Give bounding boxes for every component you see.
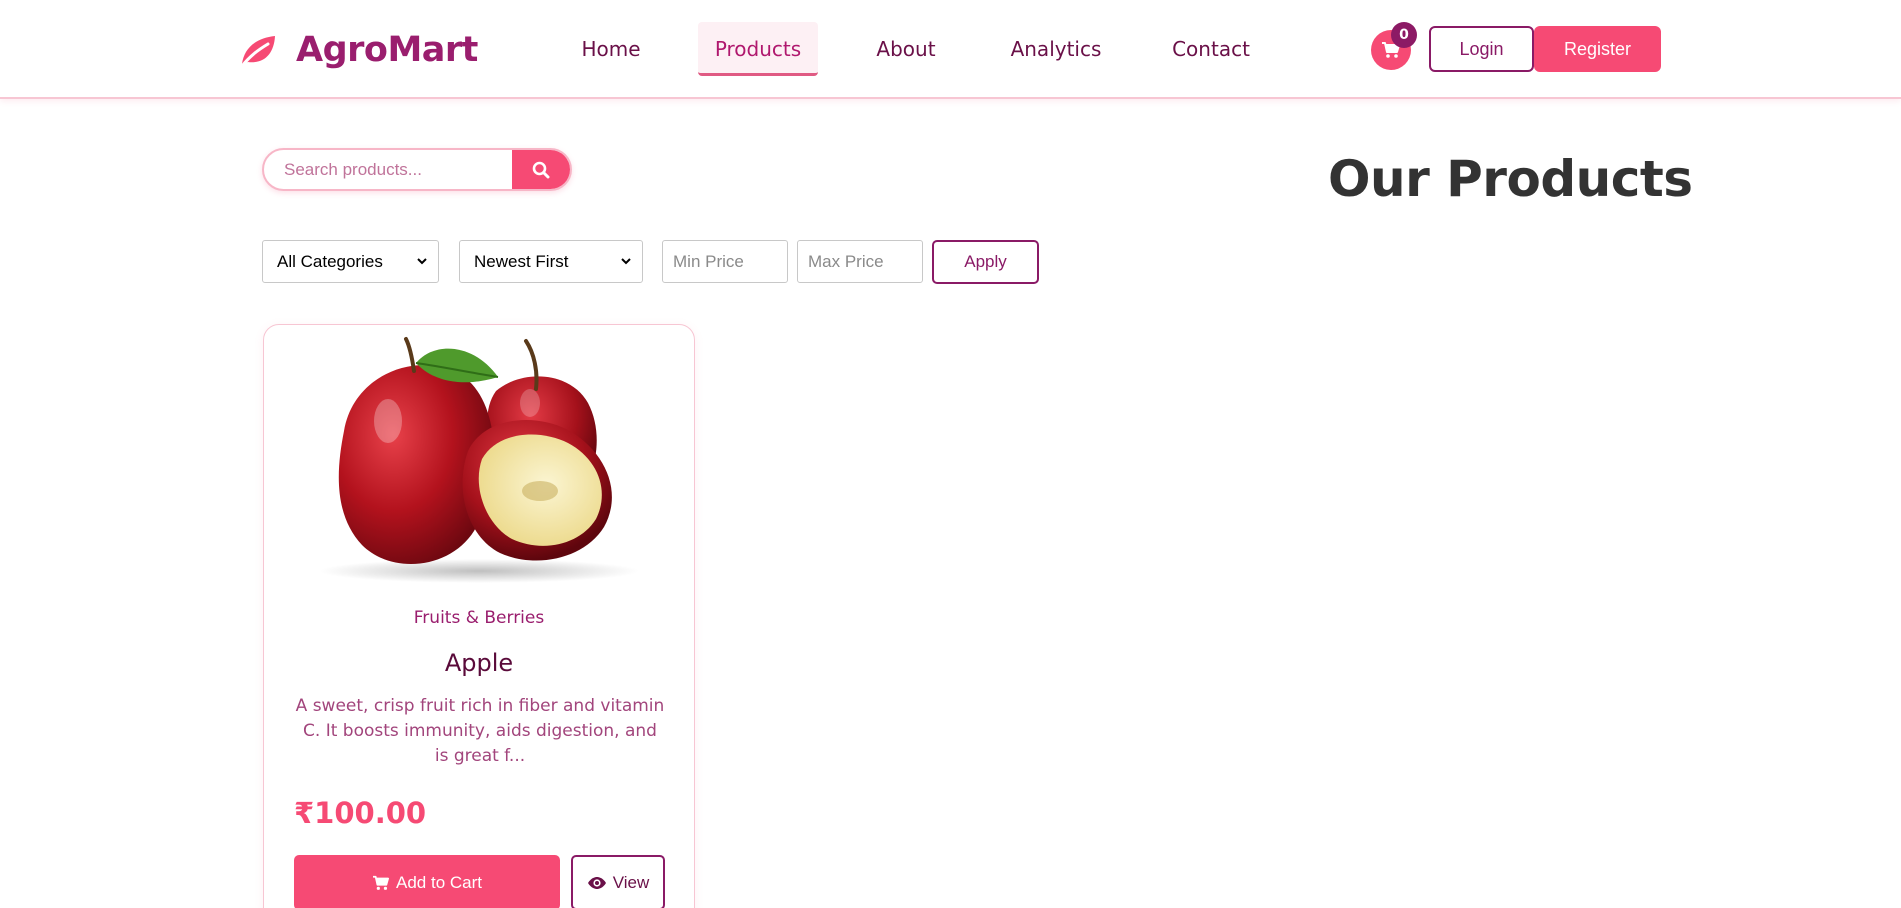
product-description: A sweet, crisp fruit rich in fiber and v… xyxy=(295,696,665,766)
nav-home[interactable]: Home xyxy=(572,22,650,76)
nav-contact[interactable]: Contact xyxy=(1166,22,1256,76)
view-label: View xyxy=(612,872,650,892)
register-button[interactable]: Register xyxy=(1534,26,1661,72)
eye-icon xyxy=(587,876,606,889)
login-button[interactable]: Login xyxy=(1429,26,1534,72)
search-button[interactable] xyxy=(512,150,570,189)
product-name[interactable]: Apple xyxy=(264,649,694,677)
product-price: ₹100.00 xyxy=(294,796,427,830)
page-title: Our Products xyxy=(1328,150,1693,208)
search-bar xyxy=(262,148,572,191)
category-select[interactable]: All Categories xyxy=(262,240,439,283)
cart-count-badge: 0 xyxy=(1391,22,1417,48)
view-product-button[interactable]: View xyxy=(571,855,665,908)
category-select-value: All Categories xyxy=(277,251,383,271)
brand-logo[interactable]: AgroMart xyxy=(238,26,478,74)
product-category: Fruits & Berries xyxy=(413,608,545,628)
apply-filters-button[interactable]: Apply xyxy=(932,240,1039,284)
add-to-cart-button[interactable]: Add to Cart xyxy=(294,855,560,908)
nav-products[interactable]: Products xyxy=(698,22,818,76)
navbar: AgroMart Home Products About Analytics C… xyxy=(0,0,1901,99)
leaf-icon xyxy=(240,36,275,68)
min-price-input[interactable] xyxy=(662,240,788,283)
chevron-down-icon xyxy=(417,258,427,265)
max-price-input[interactable] xyxy=(797,240,923,283)
product-image-apples xyxy=(319,337,639,583)
cart-icon xyxy=(373,875,389,890)
product-card: Fruits & Berries Apple A sweet, crisp fr… xyxy=(263,324,695,908)
search-input[interactable] xyxy=(264,150,512,189)
add-to-cart-label: Add to Cart xyxy=(396,872,482,892)
brand-name: AgroMart xyxy=(296,30,478,70)
sort-select[interactable]: Newest First xyxy=(459,240,643,283)
nav-analytics[interactable]: Analytics xyxy=(1004,22,1108,76)
sort-select-value: Newest First xyxy=(474,251,569,271)
nav-about[interactable]: About xyxy=(862,22,950,76)
chevron-down-icon xyxy=(621,258,631,265)
search-icon xyxy=(532,161,550,178)
